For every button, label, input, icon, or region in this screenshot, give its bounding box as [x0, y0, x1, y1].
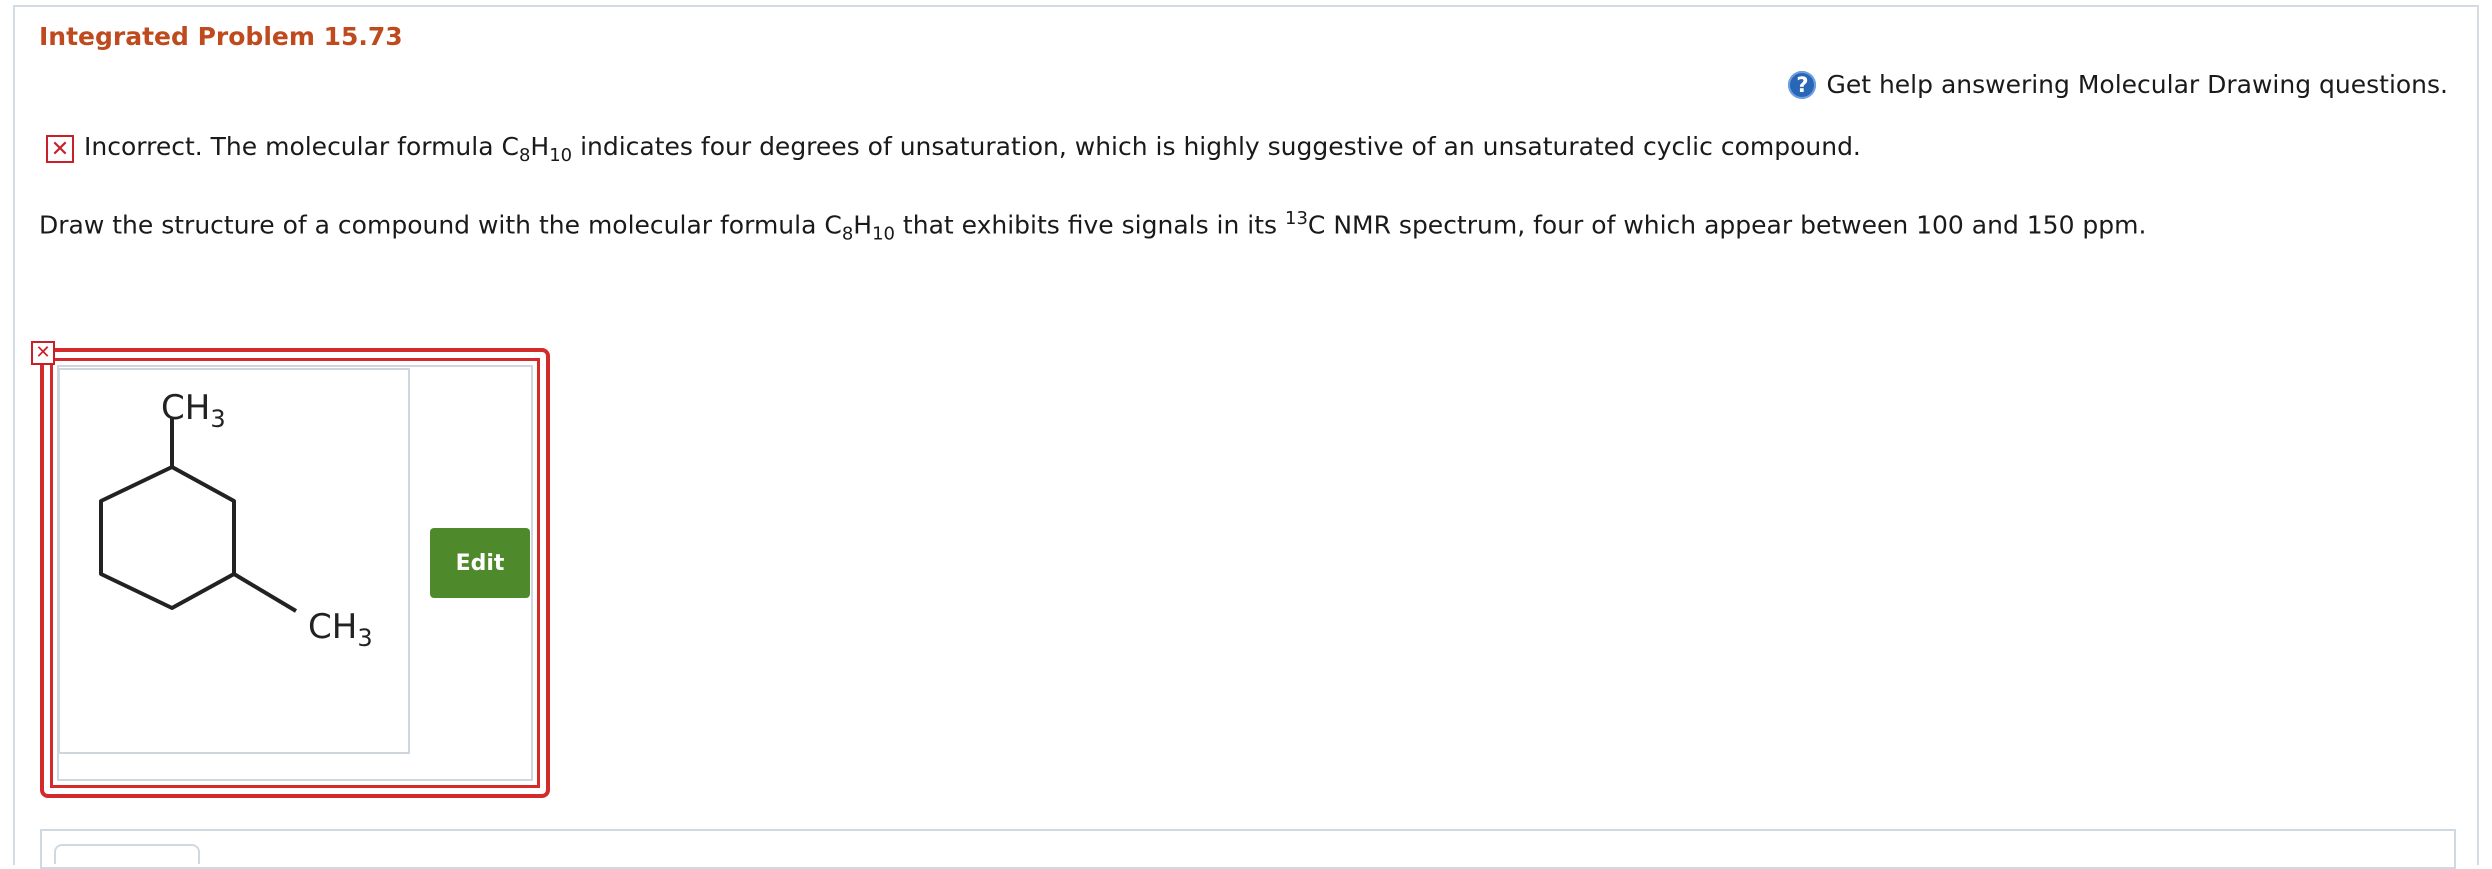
help-link[interactable]: ? Get help answering Molecular Drawing q… — [1788, 70, 2448, 99]
edit-button[interactable]: Edit — [430, 528, 530, 598]
next-section-tab[interactable] — [54, 844, 200, 864]
question-text: Draw the structure of a compound with th… — [39, 208, 2147, 245]
answer-incorrect-icon: ✕ — [31, 341, 55, 365]
molecule-structure: CH3 CH3 — [99, 388, 373, 652]
ch3-label-bottom: CH3 — [308, 607, 373, 652]
feedback-text: Incorrect. The molecular formula C8H10 i… — [84, 132, 1861, 166]
problem-title: Integrated Problem 15.73 — [39, 22, 403, 51]
structure-canvas[interactable]: CH3 CH3 — [58, 368, 410, 754]
feedback-message: ✕ Incorrect. The molecular formula C8H10… — [46, 132, 1861, 166]
help-text[interactable]: Get help answering Molecular Drawing que… — [1826, 70, 2448, 99]
question-circle-icon[interactable]: ? — [1788, 70, 1817, 99]
next-section-box — [40, 829, 2456, 869]
ch3-label-top: CH3 — [161, 388, 226, 433]
methyl-bond-bottom — [232, 572, 298, 613]
cyclohexane-ring — [99, 465, 236, 610]
x-icon: ✕ — [46, 135, 74, 163]
